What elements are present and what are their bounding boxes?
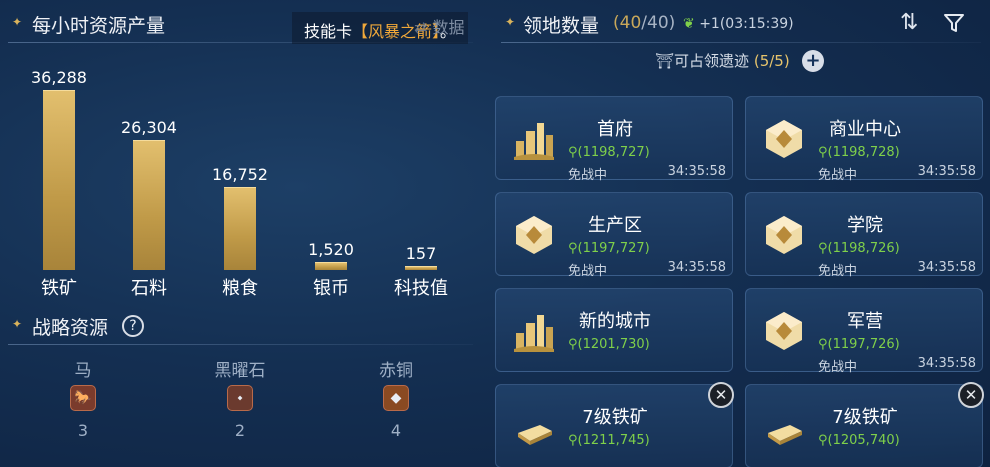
territory-card-commerce[interactable]: 商业中心 ⚲(1198,728) 免战中 34:35:58	[745, 96, 983, 183]
close-icon[interactable]: ✕	[958, 382, 984, 408]
sort-icon[interactable]: ⇅	[900, 10, 918, 35]
card-name: 学院	[847, 215, 883, 236]
strategic-diamond-icon: ✦	[12, 317, 23, 331]
card-name: 生产区	[588, 215, 642, 236]
right-panel: ✦ 领地数量 (40/40) ❦ +1(03:15:39) ⇅ ⛩可占领遗迹 (…	[495, 0, 990, 467]
hourly-output-title: 每小时资源产量	[32, 15, 166, 37]
card-name: 7级铁矿	[832, 407, 898, 428]
card-time: 34:35:58	[667, 260, 726, 275]
data-tab[interactable]: ⇄ 数据	[414, 14, 465, 38]
card-time: 34:35:58	[667, 164, 726, 179]
card-coord: ⚲(1211,745)	[568, 433, 650, 448]
bar-value-label-1: 26,304	[121, 118, 177, 137]
card-name: 商业中心	[829, 119, 901, 140]
territory-count-current: 40	[619, 13, 642, 33]
close-icon[interactable]: ✕	[708, 382, 734, 408]
card-coord: ⚲(1198,727)	[568, 145, 650, 160]
territory-title: 领地数量	[523, 15, 600, 37]
card-status: 免战中	[568, 168, 608, 183]
bar-4	[405, 266, 437, 270]
bar-3	[315, 262, 347, 270]
relic-count: (5/5)	[753, 52, 790, 70]
card-coord: ⚲(1205,740)	[818, 433, 900, 448]
help-icon-glyph: ?	[129, 318, 137, 334]
strategic-count-obsidian: 2	[234, 421, 246, 440]
territory-timer-text: +1(03:15:39)	[699, 16, 794, 32]
bar-value-label-0: 36,288	[31, 68, 87, 87]
card-coord: ⚲(1197,726)	[818, 337, 900, 352]
territory-card-iron-mine-2[interactable]: 7级铁矿 ⚲(1205,740)	[745, 384, 983, 467]
card-coord: ⚲(1198,726)	[818, 241, 900, 256]
bar-category-label-1: 石料	[131, 278, 167, 299]
bar-category-label-3: 银币	[313, 278, 349, 299]
strategic-count-horse: 3	[77, 421, 89, 440]
copper-icon[interactable]: ◆	[383, 385, 409, 411]
card-coord: ⚲(1197,727)	[568, 241, 650, 256]
obsidian-icon[interactable]: ⬩	[227, 385, 253, 411]
help-icon[interactable]: ?	[122, 315, 144, 337]
pillar-icon: ⛩	[655, 52, 675, 70]
card-name: 7级铁矿	[582, 407, 648, 428]
card-coord: ⚲(1201,730)	[568, 337, 650, 352]
strategic-count-copper: 4	[390, 421, 402, 440]
territory-card-production[interactable]: 生产区 ⚲(1197,727) 免战中 34:35:58	[495, 192, 733, 279]
bar-0	[43, 90, 75, 270]
sprout-icon: ❦	[683, 16, 695, 32]
bar-category-label-0: 铁矿	[41, 278, 77, 299]
territory-count: (40/40)	[613, 13, 676, 33]
toast-prefix: 技能卡	[304, 22, 353, 41]
territory-timer: ❦ +1(03:15:39)	[683, 16, 794, 32]
strategic-divider	[8, 344, 473, 345]
strategic-name-obsidian: 黑曜石	[214, 361, 266, 381]
territory-card-barracks[interactable]: 军营 ⚲(1197,726) 免战中 34:35:58	[745, 288, 983, 375]
card-status: 免战中	[818, 264, 858, 279]
card-time: 34:35:58	[917, 356, 976, 371]
territory-diamond-icon: ✦	[505, 15, 516, 29]
strategic-name-copper: 赤铜	[379, 361, 413, 381]
relic-label: 可占领遗迹	[674, 52, 750, 70]
territory-card-iron-mine-1[interactable]: 7级铁矿 ⚲(1211,745)	[495, 384, 733, 467]
left-panel: ✦ 每小时资源产量 36,288 铁矿 26,304 石料 16,752 粮食 1,520 银…	[0, 0, 480, 467]
bar-1	[133, 140, 165, 270]
filter-icon[interactable]	[943, 12, 965, 34]
strategic-resources-title: 战略资源	[32, 317, 109, 339]
territory-card-academy[interactable]: 学院 ⚲(1198,726) 免战中 34:35:58	[745, 192, 983, 279]
bar-value-label-2: 16,752	[212, 165, 268, 184]
territory-divider	[501, 42, 981, 43]
add-relic-button[interactable]: +	[802, 50, 824, 72]
relic-row[interactable]: ⛩可占领遗迹 (5/5)	[655, 50, 790, 71]
card-time: 34:35:58	[917, 164, 976, 179]
card-status: 免战中	[568, 264, 608, 279]
title-diamond-icon: ✦	[12, 15, 23, 29]
bar-category-label-2: 粮食	[222, 278, 258, 299]
card-name: 新的城市	[579, 311, 651, 332]
strategic-name-horse: 马	[74, 361, 92, 381]
card-status: 免战中	[818, 168, 858, 183]
resource-bar-chart: 36,288 铁矿 26,304 石料 16,752 粮食 1,520 银币 157 科技值	[0, 44, 480, 304]
territory-card-new-city[interactable]: 新的城市 ⚲(1201,730)	[495, 288, 733, 372]
territory-count-max: 40	[647, 13, 669, 33]
card-status: 免战中	[818, 360, 858, 375]
territory-card-capital[interactable]: 首府 ⚲(1198,727) 免战中 34:35:58	[495, 96, 733, 183]
data-tab-label: 数据	[432, 18, 465, 37]
card-coord: ⚲(1198,728)	[818, 145, 900, 160]
bar-value-label-4: 157	[405, 244, 437, 263]
card-name: 首府	[597, 119, 633, 140]
share-icon: ⇄	[414, 18, 428, 37]
bar-2	[224, 187, 256, 270]
bar-category-label-4: 科技值	[394, 278, 448, 299]
card-name: 军营	[847, 311, 883, 332]
horse-icon[interactable]: 🐎	[70, 385, 96, 411]
card-time: 34:35:58	[917, 260, 976, 275]
